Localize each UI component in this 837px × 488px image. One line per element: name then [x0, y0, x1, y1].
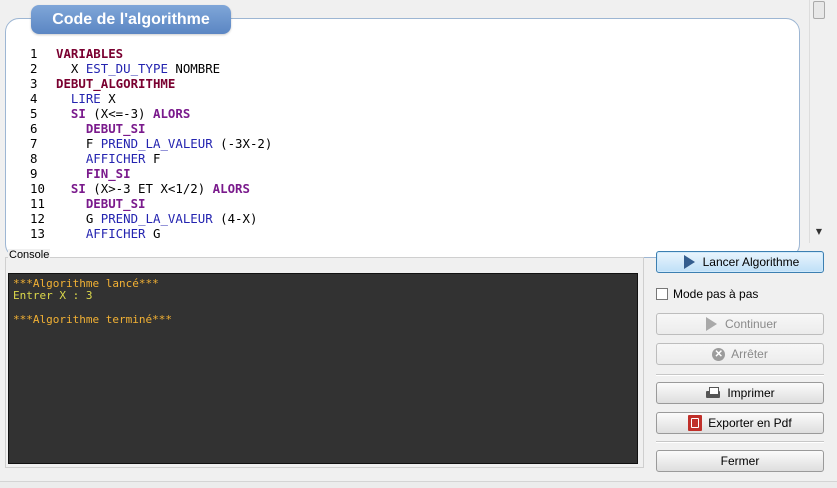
code-line: 2 X EST_DU_TYPE NOMBRE: [30, 61, 272, 76]
code-token: PREND_LA_VALEUR: [100, 211, 213, 226]
play-icon: [703, 316, 719, 332]
line-number: 8: [30, 151, 38, 166]
code-token: F: [145, 151, 161, 166]
code-line: 10 SI (X>-3 ET X<1/2) ALORS: [30, 181, 272, 196]
console-line: ***Algorithme terminé***: [13, 313, 172, 326]
close-button[interactable]: Fermer: [656, 450, 824, 472]
code-token: (X<=-3): [85, 106, 153, 121]
code-token: VARIABLES: [56, 46, 124, 61]
code-line: 13 AFFICHER G: [30, 226, 272, 241]
print-label: Imprimer: [727, 386, 775, 400]
code-token: X: [56, 61, 86, 76]
code-token: LIRE: [70, 91, 101, 106]
console-line: Entrer X : 3: [13, 289, 93, 302]
stop-icon: ✕: [712, 347, 726, 361]
step-mode-row[interactable]: Mode pas à pas: [656, 286, 758, 302]
line-number: 3: [30, 76, 38, 91]
run-algorithm-label: Lancer Algorithme: [702, 255, 800, 269]
code-line: 8 AFFICHER F: [30, 151, 272, 166]
code-panel: Code de l'algorithme 1 VARIABLES 2 X EST_D…: [0, 0, 808, 258]
code-scrollbar[interactable]: ▼: [809, 0, 828, 243]
separator: [656, 441, 824, 443]
code-token: (4-X): [212, 211, 258, 226]
code-token: ALORS: [212, 181, 250, 196]
code-token: NOMBRE: [167, 61, 221, 76]
line-number: 12: [30, 211, 45, 226]
line-number: 7: [30, 136, 38, 151]
code-token: SI: [70, 106, 86, 121]
code-token: PREND_LA_VALEUR: [100, 136, 213, 151]
code-token: DEBUT_SI: [85, 196, 146, 211]
printer-icon: [705, 386, 721, 400]
code-token: G: [145, 226, 161, 241]
play-icon: [681, 254, 697, 270]
console-line: ***Algorithme lancé***: [13, 277, 159, 290]
close-label: Fermer: [720, 454, 760, 468]
line-number: 5: [30, 106, 38, 121]
line-number: 1: [30, 46, 38, 61]
code-lines: 1 VARIABLES 2 X EST_DU_TYPE NOMBRE 3 DEBUT_A…: [30, 46, 272, 241]
line-number: 6: [30, 121, 38, 136]
code-token: EST_DU_TYPE: [85, 61, 168, 76]
code-line: 1 VARIABLES: [30, 46, 272, 61]
code-token: DEBUT_ALGORITHME: [56, 76, 176, 91]
step-mode-checkbox[interactable]: [656, 288, 668, 300]
export-pdf-button[interactable]: Exporter en Pdf: [656, 412, 824, 434]
line-number: 9: [30, 166, 38, 181]
code-token: G: [56, 211, 101, 226]
code-token: X: [100, 91, 116, 106]
code-line: 4 LIRE X: [30, 91, 272, 106]
code-token: (X>-3 ET X<1/2): [85, 181, 213, 196]
scroll-down-arrow-icon[interactable]: ▼: [810, 227, 828, 241]
print-button[interactable]: Imprimer: [656, 382, 824, 404]
stop-label: Arrêter: [731, 347, 768, 361]
line-number: 10: [30, 181, 45, 196]
pdf-icon: [688, 415, 703, 431]
code-token: FIN_SI: [85, 166, 131, 181]
line-number: 13: [30, 226, 45, 241]
console-output: ***Algorithme lancé*** Entrer X : 3 ***Alg…: [8, 273, 638, 464]
code-token: F: [56, 136, 101, 151]
continue-button[interactable]: Continuer: [656, 313, 824, 335]
code-line: 9 FIN_SI: [30, 166, 272, 181]
code-panel-title: Code de l'algorithme: [31, 5, 231, 34]
code-token: DEBUT_SI: [85, 121, 146, 136]
scrollbar-thumb[interactable]: [813, 1, 825, 19]
line-number: 11: [30, 196, 45, 211]
line-number: 4: [30, 91, 38, 106]
export-pdf-label: Exporter en Pdf: [708, 416, 792, 430]
code-line: 11 DEBUT_SI: [30, 196, 272, 211]
run-algorithm-button[interactable]: Lancer Algorithme: [656, 251, 824, 273]
code-token: (-3X-2): [212, 136, 273, 151]
code-line: 6 DEBUT_SI: [30, 121, 272, 136]
step-mode-label: Mode pas à pas: [673, 287, 759, 301]
code-token: AFFICHER: [85, 151, 146, 166]
code-token: AFFICHER: [85, 226, 146, 241]
code-line: 12 G PREND_LA_VALEUR (4-X): [30, 211, 272, 226]
line-number: 2: [30, 61, 38, 76]
continue-label: Continuer: [724, 317, 778, 331]
console-label: Console: [8, 249, 51, 261]
code-token: ALORS: [152, 106, 191, 121]
stop-button[interactable]: ✕ Arrêter: [656, 343, 824, 365]
code-line: 5 SI (X<=-3) ALORS: [30, 106, 272, 121]
code-line: 7 F PREND_LA_VALEUR (-3X-2): [30, 136, 272, 151]
code-token: SI: [70, 181, 86, 196]
separator: [656, 374, 824, 376]
code-line: 3 DEBUT_ALGORITHME: [30, 76, 272, 91]
